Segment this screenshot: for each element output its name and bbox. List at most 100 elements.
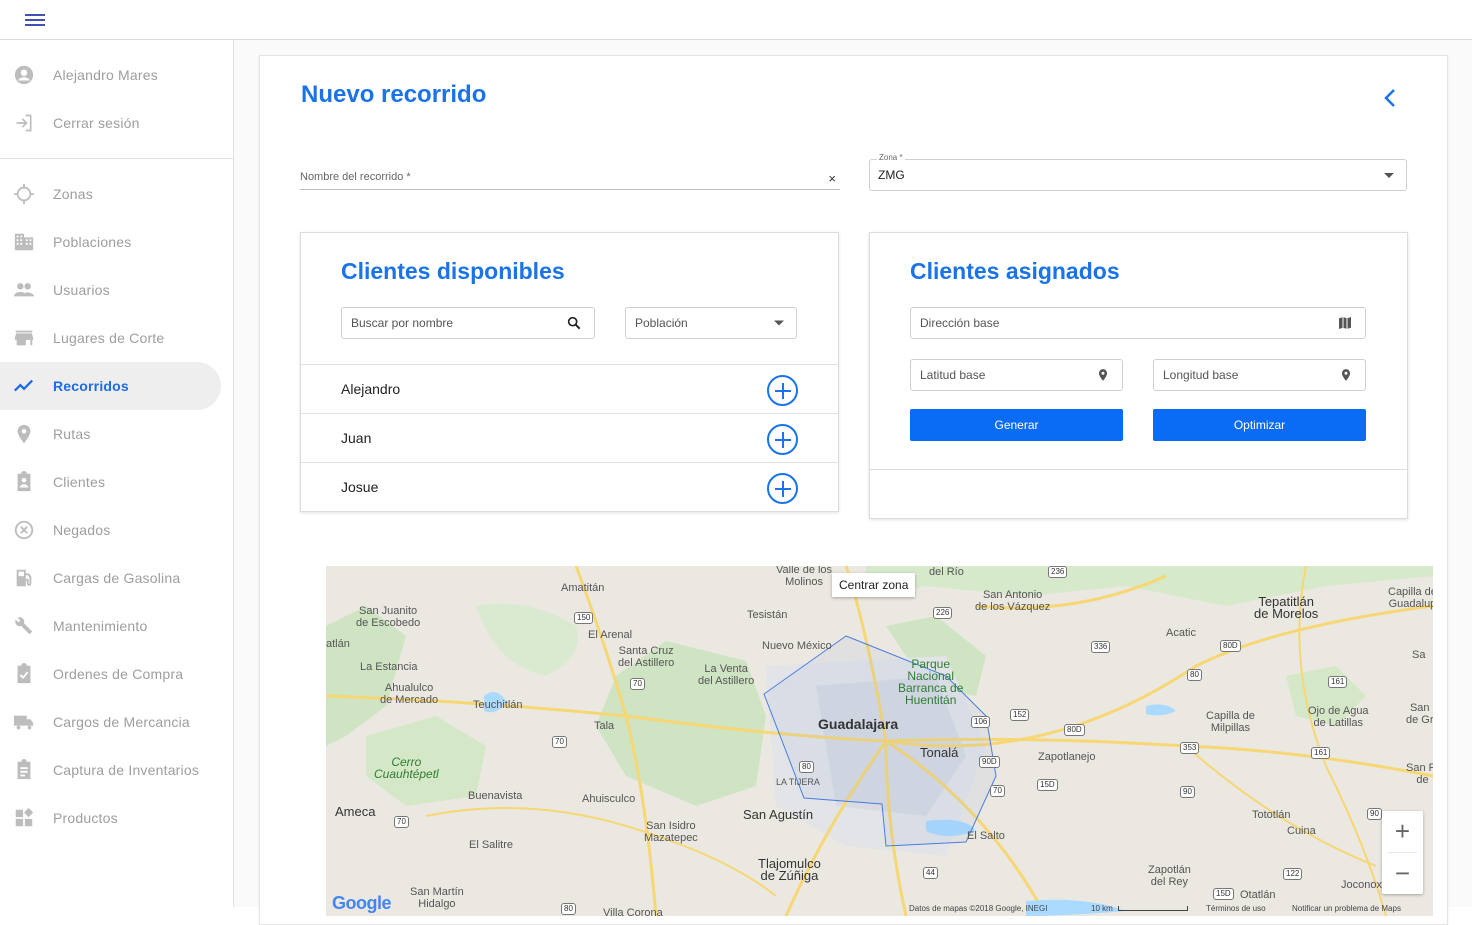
sidebar-user-profile[interactable]: Alejandro Mares	[0, 51, 233, 99]
map-label: Cerro Cuauhtépetl	[374, 755, 439, 781]
map-label: Ahualulco de Mercado	[380, 682, 439, 706]
map-label: Parque Nacional Barranca de Huentitán	[898, 657, 964, 707]
sidebar-logout[interactable]: Cerrar sesión	[0, 99, 233, 147]
map-label: San de Gr	[1406, 702, 1433, 726]
highway-shield: 80	[799, 761, 814, 773]
center-zone-button[interactable]: Centrar zona	[832, 573, 916, 597]
hamburger-menu-icon[interactable]	[22, 12, 48, 30]
sidebar-item-captura-inventarios[interactable]: Captura de Inventarios	[0, 746, 233, 794]
available-clients-title: Clientes disponibles	[341, 258, 565, 284]
highway-shield: 161	[1328, 676, 1348, 688]
generate-button[interactable]: Generar	[910, 409, 1123, 441]
zoom-out-button[interactable]: −	[1382, 853, 1423, 894]
clear-icon[interactable]: ×	[828, 171, 836, 186]
highway-shield: 122	[1283, 868, 1303, 880]
dropdown-arrow-icon	[774, 320, 784, 326]
highway-shield: 70	[630, 678, 645, 690]
search-by-name-input[interactable]: Buscar por nombre	[341, 307, 595, 339]
route-name-field[interactable]: Nombre del recorrido * ×	[300, 168, 840, 190]
sidebar-item-clientes[interactable]: Clientes	[0, 458, 233, 506]
sidebar-item-recorridos[interactable]: Recorridos	[0, 362, 221, 410]
map-label: Acatic	[1166, 627, 1196, 639]
report-problem-link[interactable]: Notificar un problema de Maps	[1292, 904, 1401, 913]
main-content: Nuevo recorrido Nombre del recorrido * ×…	[234, 40, 1472, 925]
back-chevron-icon[interactable]	[1380, 86, 1400, 110]
list-item: Alejandro	[301, 364, 838, 413]
location-pin-icon[interactable]	[1096, 367, 1110, 383]
population-select[interactable]: Población	[625, 307, 797, 339]
sidebar-item-productos[interactable]: Productos	[0, 794, 233, 842]
sidebar-logout-label: Cerrar sesión	[53, 115, 140, 131]
sidebar-item-label: Mantenimiento	[53, 618, 148, 634]
sidebar-item-cargos-mercancia[interactable]: Cargos de Mercancia	[0, 698, 233, 746]
highway-shield: 80	[561, 903, 576, 915]
map-label: Tototlán	[1252, 809, 1291, 821]
highway-shield: 80D	[1064, 724, 1085, 736]
map-label: Amatitán	[561, 582, 605, 594]
sidebar-divider	[0, 158, 233, 159]
base-address-input[interactable]: Dirección base	[910, 307, 1366, 339]
add-client-icon[interactable]	[767, 375, 798, 406]
zoom-in-button[interactable]: +	[1382, 811, 1423, 852]
gas-station-icon	[12, 566, 36, 590]
cancel-circle-icon	[12, 518, 36, 542]
map-view[interactable]: Centrar zona Guadalajara Tonalá San Agus…	[326, 566, 1433, 916]
client-name: Alejandro	[341, 381, 401, 397]
sidebar-item-cargas-gasolina[interactable]: Cargas de Gasolina	[0, 554, 233, 602]
optimize-button[interactable]: Optimizar	[1153, 409, 1366, 441]
base-latitude-input[interactable]: Latitud base	[910, 359, 1123, 391]
sidebar-item-mantenimiento[interactable]: Mantenimiento	[0, 602, 233, 650]
zoom-control: + −	[1382, 811, 1423, 894]
sidebar-item-poblaciones[interactable]: Poblaciones	[0, 218, 233, 266]
sidebar-item-label: Cargos de Mercancia	[53, 714, 190, 730]
map-label: Ojo de Agua de Latillas	[1308, 705, 1369, 729]
map-label: San Martín Hidalgo	[410, 886, 464, 910]
sidebar-item-label: Clientes	[53, 474, 106, 490]
sidebar-item-rutas[interactable]: Rutas	[0, 410, 233, 458]
assigned-clients-title: Clientes asignados	[910, 258, 1120, 284]
sidebar-item-zonas[interactable]: Zonas	[0, 170, 233, 218]
page-title: Nuevo recorrido	[301, 81, 487, 108]
map-label: Tesistán	[747, 609, 788, 621]
search-icon[interactable]	[566, 315, 582, 331]
map-label: Teuchitlán	[473, 699, 523, 711]
map-label: El Arenal	[588, 629, 633, 641]
map-label: San Isidro Mazatepec	[644, 820, 698, 844]
search-placeholder: Buscar por nombre	[351, 316, 454, 330]
sidebar-item-negados[interactable]: Negados	[0, 506, 233, 554]
route-name-label: Nombre del recorrido *	[300, 171, 411, 183]
sidebar-item-label: Lugares de Corte	[53, 330, 165, 346]
dropdown-arrow-icon	[1384, 173, 1394, 178]
base-latitude-placeholder: Latitud base	[920, 368, 986, 382]
crosshair-icon	[12, 182, 36, 206]
highway-shield: 150	[574, 612, 594, 624]
highway-shield: 44	[923, 867, 938, 879]
map-label: San Fr de	[1406, 762, 1433, 786]
list-item: Josue	[301, 462, 838, 511]
highway-shield: 15D	[1213, 888, 1234, 900]
highway-shield: 70	[552, 736, 567, 748]
highway-shield: 90D	[979, 756, 1000, 768]
map-label: San Juanito de Escobedo	[356, 605, 421, 629]
map-attribution: Datos de mapas ©2018 Google, INEGI	[909, 904, 1048, 913]
location-pin-icon[interactable]	[1339, 367, 1353, 383]
add-client-icon[interactable]	[767, 424, 798, 455]
add-client-icon[interactable]	[767, 473, 798, 504]
location-pin-icon	[12, 422, 36, 446]
sidebar-item-usuarios[interactable]: Usuarios	[0, 266, 233, 314]
sidebar-item-label: Usuarios	[53, 282, 110, 298]
clipboard-list-icon	[12, 758, 36, 782]
base-longitude-input[interactable]: Longitud base	[1153, 359, 1366, 391]
clipboard-person-icon	[12, 470, 36, 494]
sidebar-item-ordenes-compra[interactable]: Ordenes de Compra	[0, 650, 233, 698]
map-label: Ameca	[335, 804, 376, 819]
map-icon[interactable]	[1337, 315, 1353, 331]
widgets-icon	[12, 806, 36, 830]
zone-select[interactable]: Zona * ZMG	[869, 153, 1407, 191]
population-placeholder: Población	[635, 316, 688, 330]
sidebar-item-lugares-corte[interactable]: Lugares de Corte	[0, 314, 233, 362]
truck-icon	[12, 710, 36, 734]
map-label: Otatlán	[1240, 889, 1276, 901]
map-label: El Salto	[967, 830, 1005, 842]
terms-link[interactable]: Términos de uso	[1206, 904, 1266, 913]
